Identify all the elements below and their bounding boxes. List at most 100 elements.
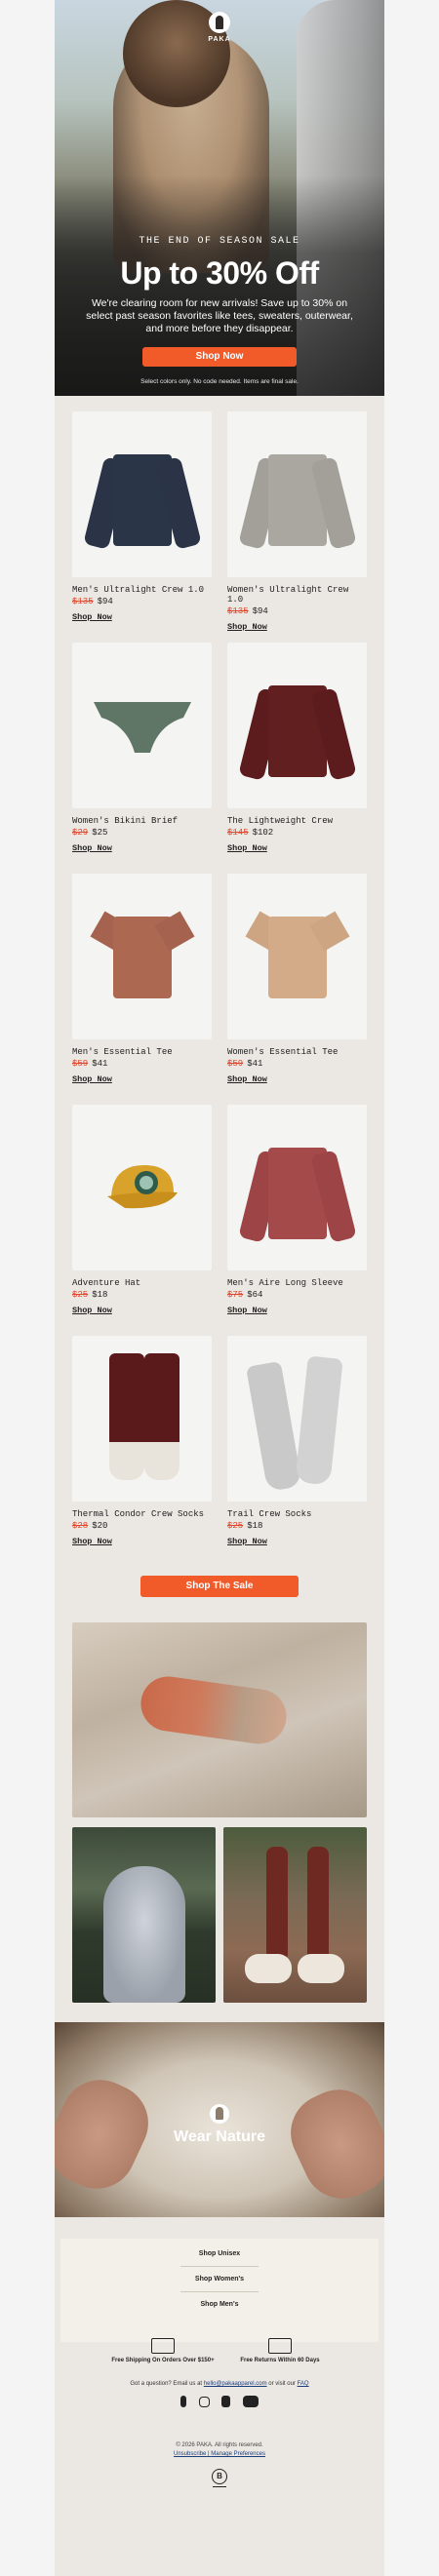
product-price: $25 $18 — [72, 1290, 212, 1300]
facebook-icon[interactable] — [180, 2396, 187, 2407]
shop-now-link[interactable]: Shop Now — [72, 843, 112, 853]
product-card[interactable]: Adventure Hat $25 $18 Shop Now — [72, 1105, 212, 1317]
reclining-man — [137, 1672, 291, 1748]
paka-logo-icon — [209, 12, 230, 33]
product-name: Men's Ultralight Crew 1.0 — [72, 585, 205, 595]
shop-now-link[interactable]: Shop Now — [72, 612, 112, 622]
footer-link-men[interactable]: Shop Men's — [60, 2301, 379, 2308]
shop-the-sale-button[interactable]: Shop The Sale — [140, 1576, 299, 1597]
manage-preferences-link[interactable]: Manage Preferences — [211, 2451, 265, 2457]
faq-link[interactable]: FAQ — [298, 2381, 309, 2387]
product-price: $135 $94 — [72, 597, 212, 606]
product-price: $59 $41 — [227, 1059, 367, 1069]
footer-link-women[interactable]: Shop Women's — [60, 2276, 379, 2283]
product-card[interactable]: Trail Crew Socks $25 $18 Shop Now — [227, 1336, 367, 1548]
trail-shoe — [298, 1954, 344, 1983]
email-link[interactable]: hello@pakaapparel.com — [204, 2381, 267, 2387]
tan-tee — [245, 907, 350, 1008]
sale-price: $94 — [97, 597, 113, 606]
wear-nature-banner[interactable]: Wear Nature — [55, 2022, 384, 2217]
old-price: $75 — [227, 1290, 244, 1300]
burgundy-crew-sweater — [238, 676, 357, 781]
shop-now-link[interactable]: Shop Now — [227, 1537, 267, 1546]
old-price: $25 — [227, 1521, 244, 1531]
hero-fineprint: Select colors only. No code needed. Item… — [140, 378, 299, 385]
product-name: The Lightweight Crew — [227, 816, 334, 826]
sale-price: $102 — [252, 828, 274, 838]
sock-leg — [307, 1847, 329, 1962]
instagram-icon[interactable] — [198, 2397, 210, 2407]
b-corp-logo: B — [212, 2467, 227, 2488]
lifestyle-photo-sweater[interactable] — [72, 1827, 216, 2003]
social-links — [55, 2395, 384, 2412]
shop-now-link[interactable]: Shop Now — [72, 1537, 112, 1546]
grey-crew-sweater — [238, 445, 357, 550]
shop-now-link[interactable]: Shop Now — [227, 622, 267, 632]
lifestyle-photo-rocks[interactable] — [72, 1622, 367, 1817]
burgundy-sock — [144, 1353, 180, 1480]
contact-line: Got a question? Email us at hello@pakaap… — [55, 2381, 384, 2387]
product-card[interactable]: The Lightweight Crew $145 $102 Shop Now — [227, 643, 367, 855]
product-image[interactable] — [72, 411, 212, 577]
product-image[interactable] — [227, 411, 367, 577]
return-box-icon — [268, 2338, 292, 2354]
shop-now-link[interactable]: Shop Now — [227, 1074, 267, 1084]
unsubscribe-link[interactable]: Unsubscribe — [174, 2451, 206, 2457]
sale-price: $20 — [92, 1521, 108, 1531]
shop-now-link[interactable]: Shop Now — [72, 1074, 112, 1084]
product-price: $145 $102 — [227, 828, 367, 838]
product-card[interactable]: Men's Ultralight Crew 1.0 $135 $94 Shop N… — [72, 411, 212, 624]
woman-in-sweater — [103, 1866, 185, 2003]
navy-crew-sweater — [83, 445, 202, 550]
old-price: $135 — [227, 606, 249, 616]
product-name: Women's Bikini Brief — [72, 816, 179, 826]
divider — [180, 2291, 259, 2292]
footer-link-unisex[interactable]: Shop Unisex — [60, 2250, 379, 2257]
sock-leg — [266, 1847, 288, 1962]
product-card[interactable]: Men's Essential Tee $59 $41 Shop Now — [72, 874, 212, 1086]
yellow-cap — [107, 1165, 178, 1209]
youtube-icon[interactable] — [242, 2396, 259, 2407]
product-price: $25 $18 — [227, 1521, 367, 1531]
free-returns-benefit: Free Returns Within 60 Days — [226, 2338, 334, 2364]
benefit-text: Free Shipping On Orders Over $150+ — [111, 2358, 215, 2363]
old-price: $28 — [72, 1521, 89, 1531]
truck-icon — [151, 2338, 175, 2354]
product-image[interactable] — [72, 643, 212, 808]
footer-nav: Shop Unisex Shop Women's Shop Men's — [60, 2239, 379, 2342]
sale-price: $94 — [252, 606, 268, 616]
product-name: Men's Essential Tee — [72, 1047, 173, 1057]
product-image[interactable] — [227, 1336, 367, 1502]
brand-logo[interactable]: PAKA — [198, 12, 241, 43]
product-image[interactable] — [227, 874, 367, 1039]
product-image[interactable] — [72, 1336, 212, 1502]
paka-mark-icon — [210, 2104, 229, 2124]
product-card[interactable]: Women's Ultralight Crew 1.0 $135 $94 Shop… — [227, 411, 367, 634]
shop-now-link[interactable]: Shop Now — [72, 1306, 112, 1315]
lifestyle-photo-socks[interactable] — [223, 1827, 367, 2003]
product-image[interactable] — [227, 1105, 367, 1270]
trail-shoe — [245, 1954, 292, 1983]
product-card[interactable]: Men's Aire Long Sleeve $75 $64 Shop Now — [227, 1105, 367, 1317]
old-price: $135 — [72, 597, 94, 606]
product-price: $28 $20 — [72, 1521, 212, 1531]
email-body: PAKA THE END OF SEASON SALE Up to 30% Of… — [55, 0, 384, 2576]
product-card[interactable]: Thermal Condor Crew Socks $28 $20 Shop No… — [72, 1336, 212, 1548]
shop-now-link[interactable]: Shop Now — [227, 843, 267, 853]
product-image[interactable] — [72, 1105, 212, 1270]
old-price: $25 — [72, 1290, 89, 1300]
product-price: $135 $94 — [227, 606, 367, 616]
product-image[interactable] — [227, 643, 367, 808]
hero-shop-now-button[interactable]: Shop Now — [142, 347, 297, 367]
hero-banner[interactable]: PAKA THE END OF SEASON SALE Up to 30% Of… — [55, 0, 384, 396]
product-image[interactable] — [72, 874, 212, 1039]
b-corp-icon: B — [212, 2469, 227, 2484]
separator: | — [208, 2451, 210, 2457]
divider — [180, 2266, 259, 2267]
burgundy-sock — [109, 1353, 144, 1480]
product-card[interactable]: Women's Essential Tee $59 $41 Shop Now — [227, 874, 367, 1086]
product-card[interactable]: Women's Bikini Brief $29 $25 Shop Now — [72, 643, 212, 855]
product-price: $29 $25 — [72, 828, 212, 838]
shop-now-link[interactable]: Shop Now — [227, 1306, 267, 1315]
tiktok-icon[interactable] — [221, 2396, 231, 2407]
